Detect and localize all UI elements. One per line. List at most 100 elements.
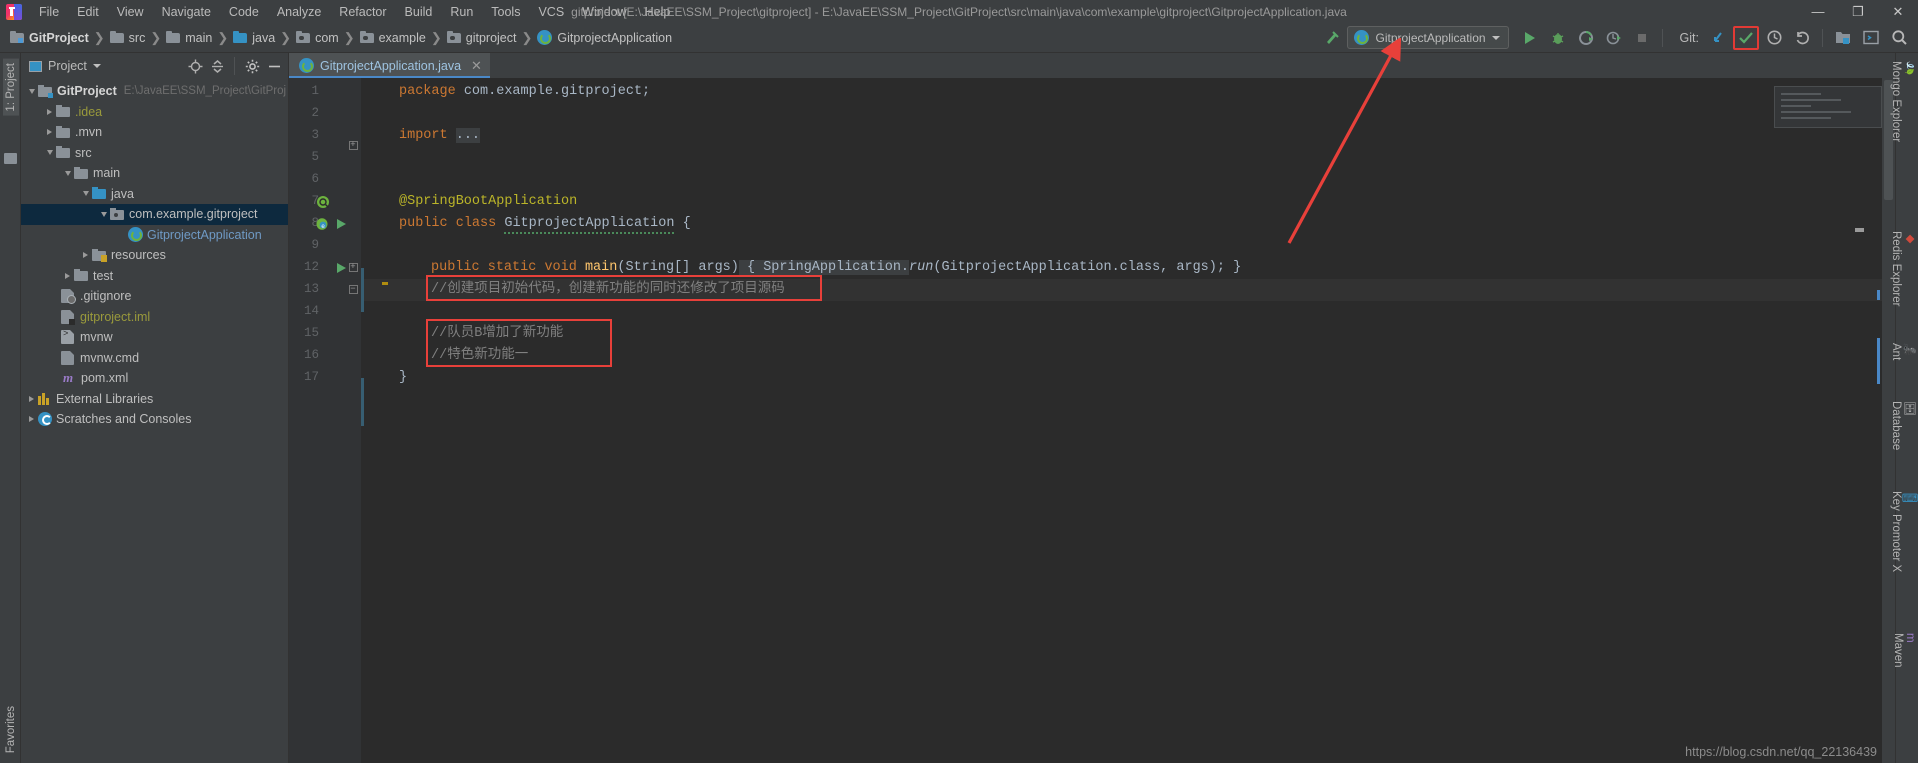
breadcrumb-main[interactable]: main <box>162 29 216 47</box>
stop-button[interactable] <box>1629 26 1655 50</box>
expand-arrow-icon[interactable] <box>61 170 74 176</box>
git-history-button[interactable] <box>1761 26 1787 50</box>
tree-row-gitproject[interactable]: GitProject E:\JavaEE\SSM_Project\GitProj <box>21 81 288 102</box>
git-commit-button[interactable] <box>1733 25 1759 50</box>
change-marker[interactable] <box>1877 290 1880 300</box>
tree-row-pom[interactable]: m pom.xml <box>21 368 288 389</box>
collapse-all-icon[interactable] <box>207 56 227 76</box>
expand-arrow-icon[interactable] <box>79 191 92 197</box>
minimize-button[interactable]: — <box>1798 0 1838 23</box>
fold-collapse-icon[interactable]: − <box>345 279 361 301</box>
locate-file-icon[interactable] <box>185 56 205 76</box>
expand-arrow-icon[interactable] <box>79 252 92 259</box>
maximize-button[interactable]: ❐ <box>1838 0 1878 23</box>
tool-window-tab-database[interactable]: 🗄 Database <box>1890 401 1916 450</box>
code-content[interactable]: package com.example.gitproject; import .… <box>361 78 1882 763</box>
git-update-button[interactable] <box>1705 26 1731 50</box>
project-pane-title-group[interactable]: Project <box>29 59 101 73</box>
breadcrumb-class[interactable]: GitprojectApplication <box>533 28 676 47</box>
tree-row-mvn[interactable]: .mvn <box>21 122 288 143</box>
menu-item-file[interactable]: File <box>30 3 68 21</box>
close-icon[interactable]: ✕ <box>471 58 482 74</box>
menu-item-run[interactable]: Run <box>441 3 482 21</box>
editor-area[interactable]: 1 2 3 5 6 7 8 9 12 13 14 15 16 17 e + + … <box>289 78 1895 763</box>
tree-row-resources[interactable]: resources <box>21 245 288 266</box>
fold-collapse-icon[interactable]: + <box>345 257 361 279</box>
run-button[interactable] <box>1517 26 1543 50</box>
menu-item-analyze[interactable]: Analyze <box>268 3 330 21</box>
tree-row-main[interactable]: main <box>21 163 288 184</box>
tree-row-mvnw[interactable]: mvnw <box>21 327 288 348</box>
menu-item-vcs[interactable]: VCS <box>529 3 573 21</box>
menu-item-tools[interactable]: Tools <box>482 3 529 21</box>
debug-button[interactable] <box>1545 26 1571 50</box>
breadcrumb-gitproject[interactable]: GitProject <box>6 29 93 47</box>
gear-icon[interactable] <box>242 56 262 76</box>
menu-item-view[interactable]: View <box>108 3 153 21</box>
breadcrumb-separator: ❯ <box>521 29 533 45</box>
tool-window-tab-favorites[interactable]: Favorites <box>3 702 19 757</box>
spring-bean-gutter-icon[interactable] <box>315 191 331 213</box>
change-marker[interactable] <box>1877 338 1880 384</box>
tree-row-iml[interactable]: gitproject.iml <box>21 307 288 328</box>
fold-marker[interactable] <box>1855 228 1864 232</box>
tree-row-java[interactable]: java <box>21 184 288 205</box>
build-hammer-icon[interactable] <box>1319 26 1345 50</box>
terminal-button[interactable] <box>1858 26 1884 50</box>
run-configuration-selector[interactable]: GitprojectApplication <box>1347 26 1509 49</box>
fold-collapse-icon[interactable]: + <box>345 135 361 157</box>
expand-arrow-icon[interactable] <box>25 88 38 94</box>
tool-window-tab-redis-explorer[interactable]: ◆ Redis Explorer <box>1890 231 1916 306</box>
menu-item-window[interactable]: Window <box>573 3 635 21</box>
close-button[interactable]: ✕ <box>1878 0 1918 23</box>
breadcrumb-src[interactable]: src <box>106 29 150 47</box>
expand-arrow-icon[interactable] <box>43 129 56 136</box>
tree-row-idea[interactable]: .idea <box>21 102 288 123</box>
git-rollback-button[interactable] <box>1789 26 1815 50</box>
spring-config-gutter-icon[interactable]: e <box>315 213 331 235</box>
structure-icon[interactable] <box>4 153 17 164</box>
breadcrumb-java[interactable]: java <box>229 29 279 47</box>
profile-button[interactable] <box>1601 26 1627 50</box>
breadcrumb-com[interactable]: com <box>292 29 343 47</box>
menu-item-edit[interactable]: Edit <box>68 3 108 21</box>
tool-window-tab-mongo-explorer[interactable]: 🍃 Mongo Explorer <box>1890 61 1916 142</box>
tool-window-tab-maven[interactable]: m Maven <box>1892 633 1916 668</box>
editor-tab-gitprojectapplication[interactable]: GitprojectApplication.java ✕ <box>289 53 490 78</box>
import-fold-placeholder[interactable]: ... <box>455 128 481 143</box>
tree-row-scratches[interactable]: Scratches and Consoles <box>21 409 288 430</box>
tree-row-mvnw-cmd[interactable]: mvnw.cmd <box>21 348 288 369</box>
tool-window-tab-key-promoter[interactable]: ⌨ Key Promoter X <box>1890 491 1916 572</box>
tool-window-tab-ant[interactable]: 🐜 Ant <box>1890 343 1916 361</box>
expand-arrow-icon[interactable] <box>97 211 110 217</box>
breadcrumb-gitproject-pkg[interactable]: gitproject <box>443 29 521 47</box>
run-gutter-icon[interactable] <box>333 213 349 235</box>
expand-arrow-icon[interactable] <box>43 108 56 115</box>
hide-pane-icon[interactable] <box>264 56 284 76</box>
expand-arrow-icon[interactable] <box>43 150 56 156</box>
tree-row-src[interactable]: src <box>21 143 288 164</box>
menu-item-code[interactable]: Code <box>220 3 268 21</box>
menu-item-help[interactable]: Help <box>636 3 680 21</box>
tree-row-gitprojectapplication[interactable]: GitprojectApplication <box>21 225 288 246</box>
gitignore-file-icon <box>61 289 76 305</box>
expand-arrow-icon[interactable] <box>25 395 38 402</box>
tree-label: Scratches and Consoles <box>56 412 192 427</box>
run-coverage-button[interactable] <box>1573 26 1599 50</box>
tool-window-tab-project[interactable]: 1: Project <box>3 59 19 116</box>
tree-label: GitprojectApplication <box>147 227 262 242</box>
search-everywhere-button[interactable] <box>1886 26 1912 50</box>
select-opened-file-button[interactable] <box>1830 26 1856 50</box>
expand-arrow-icon[interactable] <box>61 272 74 279</box>
breadcrumb-example[interactable]: example <box>356 29 430 47</box>
editor-gutter[interactable]: 1 2 3 5 6 7 8 9 12 13 14 15 16 17 e + + … <box>289 78 361 763</box>
tree-row-test[interactable]: test <box>21 266 288 287</box>
menu-item-build[interactable]: Build <box>396 3 442 21</box>
tree-row-gitignore[interactable]: .gitignore <box>21 286 288 307</box>
menu-item-refactor[interactable]: Refactor <box>330 3 395 21</box>
tree-row-external-libraries[interactable]: External Libraries <box>21 389 288 410</box>
tree-row-package[interactable]: com.example.gitproject <box>21 204 288 225</box>
expand-arrow-icon[interactable] <box>25 416 38 423</box>
code-folded-body[interactable]: { SpringApplication. <box>738 260 910 275</box>
menu-item-navigate[interactable]: Navigate <box>153 3 220 21</box>
